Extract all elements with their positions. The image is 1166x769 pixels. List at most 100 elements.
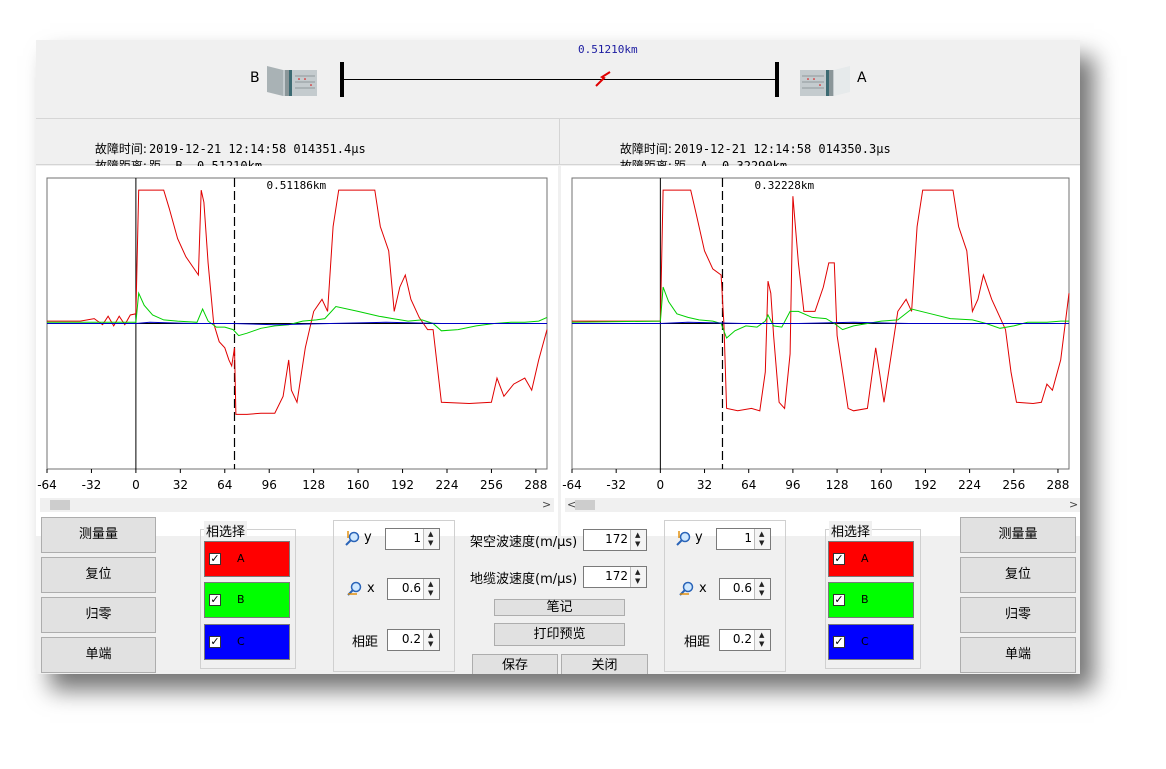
left-x-tick-label: 128 [302,478,325,492]
left-x-tick-label: -64 [37,478,57,492]
left-phase-a-toggle[interactable]: ✓ A [204,541,290,577]
left-phase-c-label: C [237,635,245,648]
right-x-tick-label: 192 [914,478,937,492]
left-phase-select-title: 相选择 [204,521,248,540]
right-x-tick-label: 0 [657,478,665,492]
right-cursor-readout: 0.32228km [754,179,814,192]
left-x-tick-label: 224 [436,478,459,492]
right-phase-c-toggle[interactable]: ✓ C [828,624,914,660]
left-zoom-x-spinner[interactable]: 0.6 ▲ ▼ [387,578,440,600]
left-phase-b-toggle[interactable]: ✓ B [204,582,290,618]
overhead-speed-spin-arrows[interactable]: ▲ ▼ [630,530,646,550]
left-single-end-button[interactable]: 单端 [41,637,156,673]
fault-analysis-window: 0.51210km B A 故障时间: 2019-12-21 12:14:58 … [36,40,1080,674]
left-x-tick-label: 256 [480,478,503,492]
right-zoom-x-icon [679,580,695,596]
left-phase-b-checkbox[interactable]: ✓ [209,594,221,606]
right-zoom-x-label: x [699,581,707,596]
right-phase-a-toggle[interactable]: ✓ A [828,541,914,577]
right-phase-c-checkbox[interactable]: ✓ [833,636,845,648]
left-x-tick-label: 32 [173,478,188,492]
right-horizontal-scrollbar[interactable]: < > [565,498,1080,512]
left-x-tick-label: 96 [262,478,277,492]
overhead-speed-value: 172 [605,532,628,546]
right-phase-spacing-spin-arrows[interactable]: ▲ ▼ [754,630,770,650]
left-zoom-y-spinner[interactable]: 1 ▲ ▼ [385,528,440,550]
right-x-tick-label: 96 [785,478,800,492]
left-reset-button[interactable]: 复位 [41,557,156,593]
fault-distance-label: 0.51210km [578,43,638,56]
transmission-line [343,79,776,80]
save-button[interactable]: 保存 [472,654,558,674]
right-measure-button[interactable]: 测量量 [960,517,1076,553]
left-measure-button[interactable]: 测量量 [41,517,156,553]
right-fault-info: 故障时间:2019-12-21 12:14:58 014350.3μs 故障距离… [560,119,1080,173]
left-zoom-y-label: y [364,530,372,545]
right-x-tick-label: -64 [562,478,582,492]
right-phase-a-label: A [861,552,869,565]
substation-a-icon [798,62,852,98]
right-scroll-thumb[interactable] [575,500,595,510]
left-scroll-right-arrow[interactable]: > [542,498,551,512]
right-phase-spacing-label: 相距 [684,635,711,650]
right-phase-select-title: 相选择 [829,521,873,540]
right-zoom-y-spin-arrows[interactable]: ▲ ▼ [754,529,770,549]
left-zoom-x-label: x [367,581,375,596]
right-single-end-button[interactable]: 单端 [960,637,1076,673]
left-phase-spacing-spin-arrows[interactable]: ▲ ▼ [423,630,439,650]
right-x-tick-label: -32 [606,478,626,492]
left-zoom-x-value: 0.6 [401,581,421,595]
left-zoom-x-spin-arrows[interactable]: ▲ ▼ [423,579,439,599]
right-x-tick-label: 32 [697,478,712,492]
cable-speed-value: 172 [605,569,628,583]
left-fault-info: 故障时间:2019-12-21 12:14:58 014351.4μs 故障距离… [36,119,560,173]
cable-speed-spin-arrows[interactable]: ▲ ▼ [630,567,646,587]
left-zoom-y-icon [345,530,361,546]
right-zoom-y-spinner[interactable]: 1 ▲ ▼ [716,528,771,550]
right-reset-button[interactable]: 复位 [960,557,1076,593]
cable-speed-spinner[interactable]: 172 ▲ ▼ [583,566,647,588]
right-waveform-chart[interactable]: 0.32228km -64 -32 0 32 64 96 128 160 192 224 256 288 [561,166,1080,506]
right-scroll-right-arrow[interactable]: > [1069,498,1078,512]
left-horizontal-scrollbar[interactable]: > [40,498,554,512]
right-phase-b-toggle[interactable]: ✓ B [828,582,914,618]
right-zoom-y-icon [676,530,692,546]
left-zero-button[interactable]: 归零 [41,597,156,633]
right-phase-b-checkbox[interactable]: ✓ [833,594,845,606]
end-b-label: B [250,70,260,86]
right-zoom-y-value: 1 [744,531,752,545]
left-phase-a-label: A [237,552,245,565]
left-waveform-chart[interactable]: 0.51186km -64 -32 0 32 64 96 128 160 192 224 256 288 [36,166,558,506]
right-zoom-x-spin-arrows[interactable]: ▲ ▼ [754,579,770,599]
fault-lightning-icon [593,69,613,89]
left-x-tick-label: 160 [347,478,370,492]
left-phase-c-checkbox[interactable]: ✓ [209,636,221,648]
end-b-bus-marker [340,62,344,97]
overhead-speed-spinner[interactable]: 172 ▲ ▼ [583,529,647,551]
left-phase-spacing-label: 相距 [352,635,379,650]
cable-speed-label: 地缆波速度(m/μs) [470,572,578,587]
right-zoom-x-value: 0.6 [732,581,752,595]
right-phase-c-label: C [861,635,869,648]
left-scroll-thumb[interactable] [50,500,70,510]
right-phase-spacing-spinner[interactable]: 0.2 ▲ ▼ [719,629,771,651]
right-x-tick-label: 64 [741,478,756,492]
overhead-speed-label: 架空波速度(m/μs) [470,535,578,550]
notes-button[interactable]: 笔记 [494,599,625,616]
right-x-tick-label: 224 [958,478,981,492]
right-phase-a-checkbox[interactable]: ✓ [833,553,845,565]
end-a-bus-marker [775,62,779,97]
right-phase-b-label: B [861,593,869,606]
right-x-tick-label: 288 [1047,478,1070,492]
left-x-tick-label: -32 [82,478,102,492]
left-x-tick-label: 0 [132,478,140,492]
right-zoom-x-spinner[interactable]: 0.6 ▲ ▼ [719,578,771,600]
left-phase-a-checkbox[interactable]: ✓ [209,553,221,565]
left-phase-c-toggle[interactable]: ✓ C [204,624,290,660]
left-phase-spacing-value: 0.2 [401,632,421,646]
print-preview-button[interactable]: 打印预览 [494,623,625,646]
left-phase-spacing-spinner[interactable]: 0.2 ▲ ▼ [387,629,440,651]
left-zoom-y-spin-arrows[interactable]: ▲ ▼ [423,529,439,549]
close-button[interactable]: 关闭 [561,654,648,674]
right-zero-button[interactable]: 归零 [960,597,1076,633]
